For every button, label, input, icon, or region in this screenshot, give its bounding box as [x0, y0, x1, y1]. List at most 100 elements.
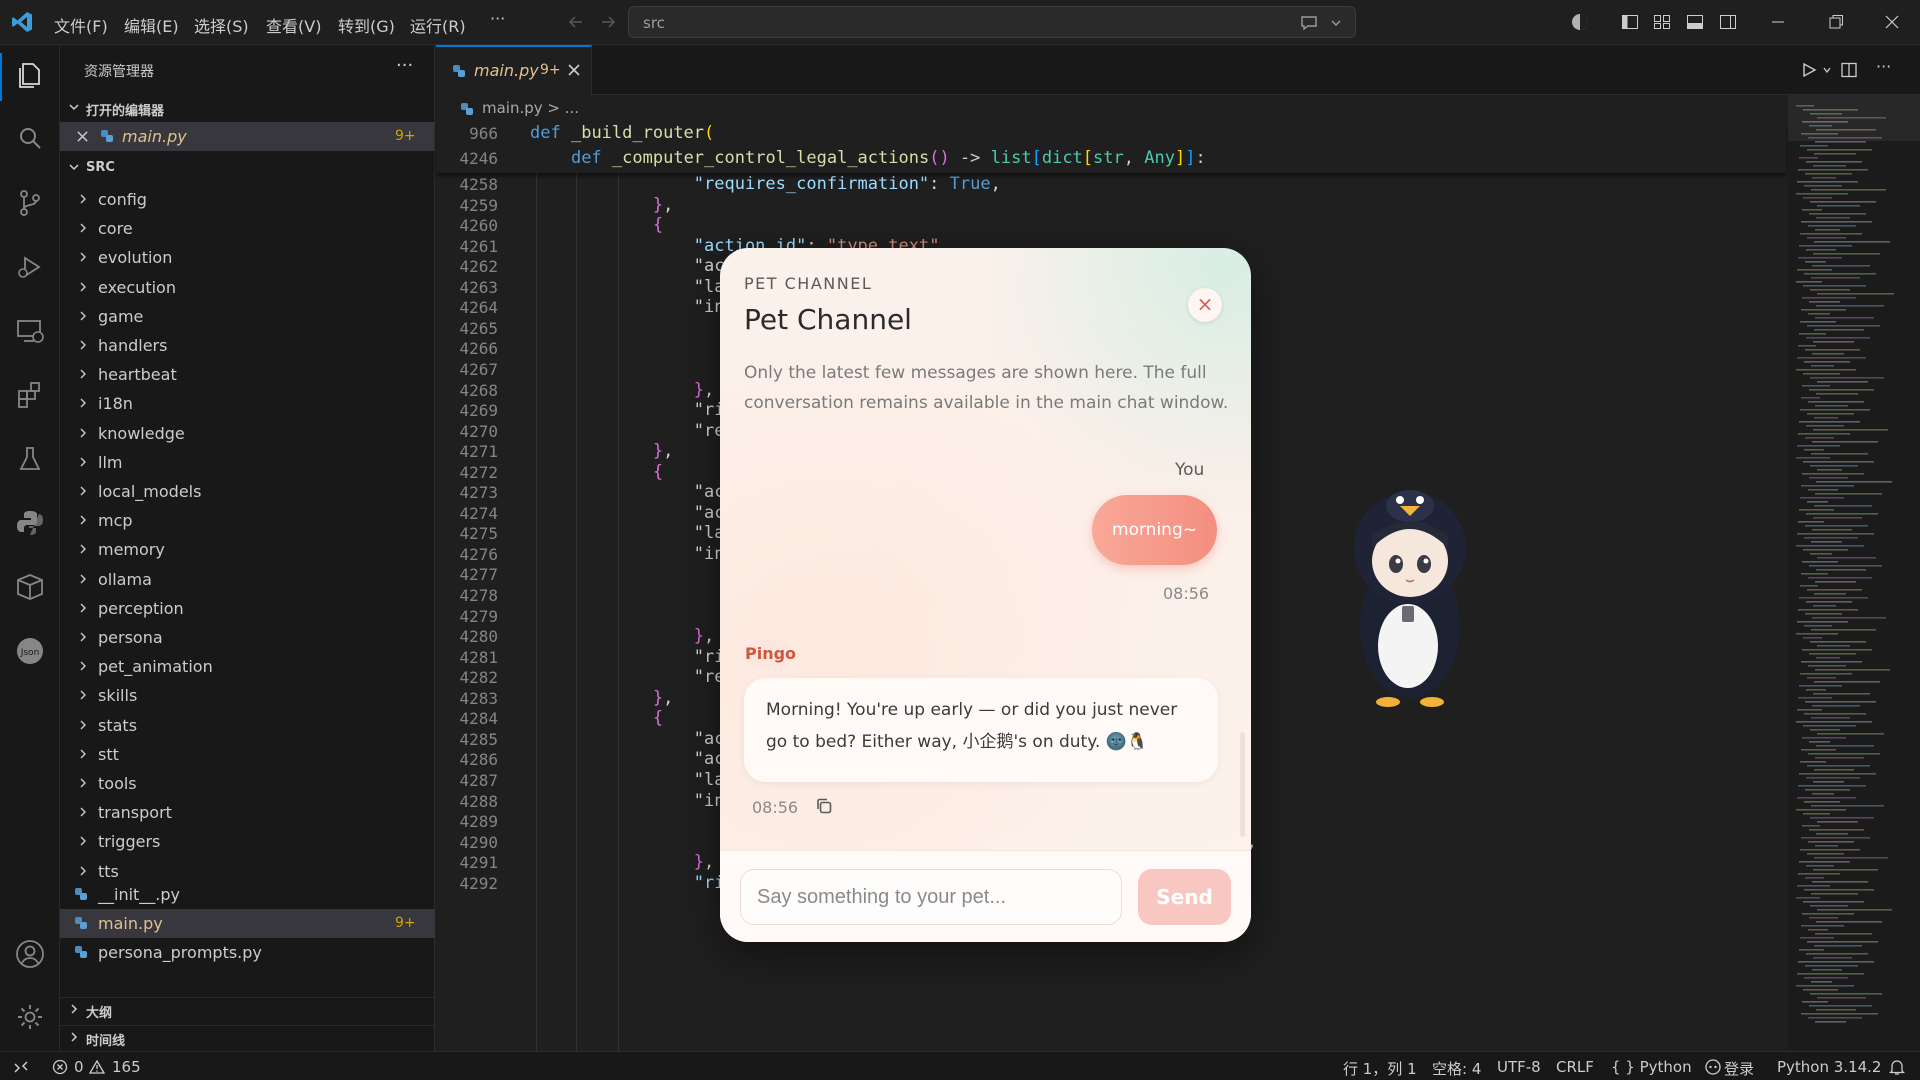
tab-main-py[interactable]: main.py 9+	[436, 45, 592, 95]
end-of-line[interactable]: CRLF	[1556, 1058, 1594, 1076]
error-icon[interactable]	[52, 1059, 68, 1075]
menu-more[interactable]: ···	[490, 9, 505, 28]
language-mode[interactable]: { } Python	[1611, 1058, 1692, 1076]
code-line[interactable]: },	[530, 195, 674, 215]
outline-section[interactable]: 大纲	[60, 997, 435, 1023]
cursor-position[interactable]: 行 1，列 1	[1343, 1058, 1417, 1079]
command-center-search[interactable]: src	[628, 6, 1356, 38]
code-line[interactable]: "lab	[530, 770, 735, 790]
code-line[interactable]: "requires_confirmation": True,	[530, 174, 1001, 194]
folder-item[interactable]: handlers	[60, 331, 435, 360]
code-line[interactable]: "inp	[530, 544, 735, 564]
editor-more-actions[interactable]: ···	[1876, 57, 1891, 76]
send-button[interactable]: Send	[1138, 869, 1231, 925]
toggle-secondary-sidebar-icon[interactable]	[1718, 12, 1738, 32]
menu-file[interactable]: 文件(F)	[54, 13, 108, 37]
folder-item[interactable]: stats	[60, 711, 435, 740]
explorer-more-actions[interactable]: ···	[396, 55, 413, 76]
folder-item[interactable]: pet_animation	[60, 652, 435, 681]
menu-selection[interactable]: 选择(S)	[194, 13, 249, 37]
code-line[interactable]: "act	[530, 482, 735, 502]
toggle-panel-icon[interactable]	[1685, 12, 1705, 32]
src-section[interactable]: SRC	[60, 156, 435, 182]
back-arrow-icon[interactable]	[566, 12, 586, 32]
package-box-icon[interactable]	[14, 571, 46, 603]
folder-item[interactable]: memory	[60, 535, 435, 564]
sticky-line[interactable]: def _build_router(	[530, 123, 714, 143]
folder-item[interactable]: heartbeat	[60, 360, 435, 389]
timeline-section[interactable]: 时间线	[60, 1025, 435, 1051]
source-control-icon[interactable]	[14, 187, 46, 219]
folder-item[interactable]: core	[60, 214, 435, 243]
code-line[interactable]: "act	[530, 749, 735, 769]
menu-go[interactable]: 转到(G)	[338, 13, 395, 37]
run-debug-icon[interactable]	[14, 251, 46, 283]
code-line[interactable]: "req	[530, 667, 735, 687]
remote-explorer-icon[interactable]	[14, 315, 46, 347]
folder-item[interactable]: skills	[60, 681, 435, 710]
extensions-icon[interactable]	[14, 379, 46, 411]
file-item[interactable]: persona_prompts.py	[60, 938, 435, 967]
code-line[interactable]: {	[530, 215, 663, 235]
code-line[interactable]: },	[530, 441, 674, 461]
python-interpreter[interactable]: Python 3.14.2	[1777, 1058, 1881, 1076]
code-line[interactable]: "req	[530, 421, 735, 441]
copy-icon[interactable]	[814, 796, 834, 816]
open-editors-section[interactable]: 打开的编辑器	[60, 96, 435, 122]
forward-arrow-icon[interactable]	[598, 12, 618, 32]
folder-item[interactable]: i18n	[60, 389, 435, 418]
minimap[interactable]	[1788, 95, 1920, 1050]
folder-item[interactable]: game	[60, 302, 435, 331]
close-icon[interactable]	[76, 130, 89, 143]
folder-item[interactable]: local_models	[60, 477, 435, 506]
notifications-bell-icon[interactable]	[1888, 1058, 1906, 1076]
login-status[interactable]: 登录	[1724, 1058, 1754, 1079]
sticky-line[interactable]: def _computer_control_legal_actions() ->…	[530, 148, 1206, 168]
message-input[interactable]: Say something to your pet...	[740, 869, 1122, 925]
folder-item[interactable]: stt	[60, 740, 435, 769]
code-line[interactable]: "ris	[530, 400, 735, 420]
toggle-sidebar-icon[interactable]	[1620, 12, 1640, 32]
code-line[interactable]: {	[530, 708, 663, 728]
close-tab-icon[interactable]	[566, 62, 582, 78]
menu-edit[interactable]: 编辑(E)	[124, 13, 179, 37]
accounts-toggle-icon[interactable]	[1570, 12, 1590, 32]
code-line[interactable]: "act	[530, 256, 735, 276]
close-panel-button[interactable]: ×	[1188, 288, 1222, 322]
folder-item[interactable]: execution	[60, 273, 435, 302]
code-line[interactable]: },	[530, 852, 715, 872]
code-line[interactable]: "lab	[530, 277, 735, 297]
indentation[interactable]: 空格: 4	[1432, 1058, 1481, 1079]
code-line[interactable]: },	[530, 380, 715, 400]
folder-item[interactable]: mcp	[60, 506, 435, 535]
account-icon[interactable]	[14, 938, 46, 970]
code-line[interactable]: "act	[530, 503, 735, 523]
code-line[interactable]: "lab	[530, 523, 735, 543]
python-icon[interactable]	[14, 507, 46, 539]
warning-icon[interactable]	[89, 1059, 105, 1075]
folder-item[interactable]: transport	[60, 798, 435, 827]
error-count[interactable]: 0	[74, 1058, 84, 1076]
chat-scrollbar[interactable]	[1240, 732, 1245, 837]
breadcrumb[interactable]: main.py > ...	[482, 99, 579, 117]
folder-item[interactable]: ollama	[60, 565, 435, 594]
folder-item[interactable]: evolution	[60, 243, 435, 272]
copilot-icon[interactable]	[1704, 1058, 1722, 1076]
settings-gear-icon[interactable]	[14, 1001, 46, 1033]
json-icon[interactable]: Json	[14, 635, 46, 667]
code-line[interactable]: "inp	[530, 297, 735, 317]
minimap-viewport[interactable]	[1788, 95, 1920, 141]
open-editor-item[interactable]: main.py 9+	[60, 122, 435, 151]
run-file-icon[interactable]	[1800, 61, 1818, 79]
menu-run[interactable]: 运行(R)	[410, 13, 466, 37]
folder-item[interactable]: tools	[60, 769, 435, 798]
chevron-down-icon[interactable]	[1822, 65, 1832, 75]
folder-item[interactable]: knowledge	[60, 419, 435, 448]
close-window-icon[interactable]	[1882, 12, 1902, 32]
folder-item[interactable]: triggers	[60, 827, 435, 856]
folder-item[interactable]: llm	[60, 448, 435, 477]
file-item[interactable]: __init__.py	[60, 880, 435, 909]
warning-count[interactable]: 165	[112, 1058, 141, 1076]
file-item-active[interactable]: main.py 9+	[60, 909, 435, 938]
search-icon[interactable]	[14, 123, 46, 155]
